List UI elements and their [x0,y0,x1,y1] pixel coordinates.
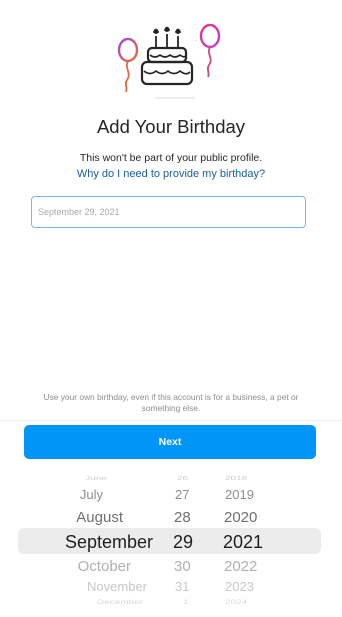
month-column[interactable]: June July August September October Novem… [0,466,165,617]
picker-month-item[interactable]: December [97,599,143,606]
picker-year-item[interactable]: 2020 [224,509,257,526]
page-title: Add Your Birthday [96,116,246,137]
picker-month-item[interactable]: August [76,509,123,526]
left-balloon-icon [117,37,139,93]
picker-month-item-selected[interactable]: September [65,532,153,553]
picker-year-item-selected[interactable]: 2021 [223,532,263,553]
day-column[interactable]: 26 27 28 29 30 31 1 [165,466,205,617]
picker-year-item[interactable]: 2019 [225,487,254,502]
birthday-input[interactable] [31,196,306,228]
birthday-cake-icon [117,23,221,99]
picker-day-item[interactable]: 1 [183,599,189,606]
picker-month-item[interactable]: July [80,487,103,502]
date-picker-wheel[interactable]: June July August September October Novem… [0,466,342,617]
picker-month-item[interactable]: November [87,579,147,594]
right-balloon-icon [199,23,221,78]
divider [0,420,342,421]
picker-day-item[interactable]: 27 [175,487,189,502]
picker-day-item[interactable]: 26 [177,476,188,482]
year-column[interactable]: 2018 2019 2020 2021 2022 2023 2024 [210,466,280,617]
own-birthday-note: Use your own birthday, even if this acco… [43,392,299,413]
picker-year-item[interactable]: 2024 [225,599,247,606]
picker-year-item[interactable]: 2023 [225,579,254,594]
picker-year-item[interactable]: 2018 [225,476,247,482]
privacy-subtitle: This won't be part of your public profil… [79,152,263,164]
picker-month-item[interactable]: October [78,558,131,575]
picker-day-item[interactable]: 30 [174,558,191,575]
picker-year-item[interactable]: 2022 [224,558,257,575]
picker-day-item[interactable]: 31 [175,579,189,594]
picker-day-item[interactable]: 28 [174,509,191,526]
picker-day-item-selected[interactable]: 29 [173,532,193,553]
next-button[interactable]: Next [24,425,316,459]
picker-month-item[interactable]: June [85,476,107,482]
why-birthday-link[interactable]: Why do I need to provide my birthday? [0,168,342,180]
